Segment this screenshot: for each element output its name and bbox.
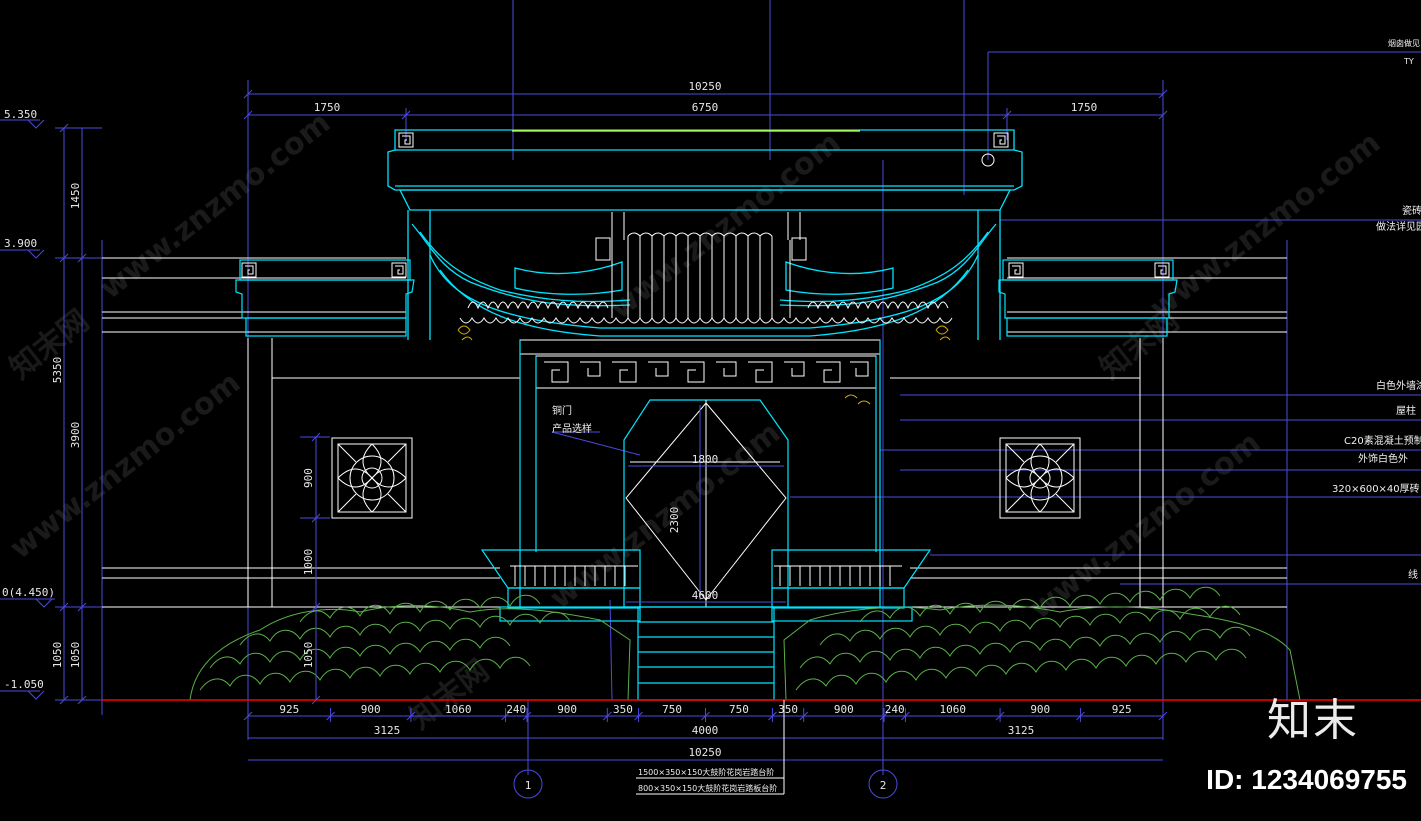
dim-1050-outer: 1050 (51, 642, 64, 669)
callout-right-1: TY (1403, 57, 1414, 66)
dim-bottom-segment: 240 (885, 703, 905, 716)
watermark-text: www.znzmo.com (93, 105, 337, 306)
level-floor: 0(4.450) (2, 586, 55, 599)
dim-1050-inner: 1050 (69, 642, 82, 669)
watermark-layer: www.znzmo.com www.znzmo.com www.znzmo.co… (3, 105, 1387, 736)
dim-left-bay: 1750 (314, 101, 341, 114)
dim-bottom-segment: 925 (1112, 703, 1132, 716)
callout-door: 铜门 (552, 404, 572, 417)
callout-right-0: 烟囱做见 (1388, 38, 1420, 48)
dim-bottom-segment: 350 (778, 703, 798, 716)
watermark-text: www.znzmo.com (3, 365, 247, 566)
callout-right-3: 做法详见园林 (1376, 220, 1421, 233)
dim-bottom-segment: 1060 (940, 703, 967, 716)
dim-sub-right: 3125 (1008, 724, 1035, 737)
dim-wall-1000: 1000 (302, 549, 315, 576)
inner-dimensions (311, 405, 786, 705)
brand-logo: 知末 (1267, 695, 1359, 746)
grid-axis-2: 2 (880, 779, 887, 792)
callout-right-8: 320×600×40厚砖 (1332, 482, 1420, 495)
dim-1450: 1450 (69, 183, 82, 210)
level-bottom: -1.050 (4, 678, 44, 691)
note-step-1: 1500×350×150大鼓阶花岗岩踏台阶 (638, 767, 774, 777)
callout-product: 产品选样 (552, 422, 592, 435)
dim-bottom-segment: 350 (613, 703, 633, 716)
dim-bottom-segment: 750 (729, 703, 749, 716)
dim-bottom-segment: 900 (557, 703, 577, 716)
dim-overall-top: 10250 (688, 80, 721, 93)
callout-right-7: 外饰白色外 (1358, 452, 1408, 465)
lintel-lattice (519, 339, 881, 389)
dim-bottom-segment: 925 (279, 703, 299, 716)
dim-window-900: 900 (302, 468, 315, 488)
callout-right-2: 瓷砖做 (1402, 204, 1421, 217)
image-id: ID: 1234069755 (1206, 764, 1407, 795)
dim-sub-left: 3125 (374, 724, 401, 737)
top-dimensions (243, 89, 1168, 140)
balustrade-right (771, 549, 932, 622)
dim-3900: 3900 (69, 422, 82, 449)
note-step-2: 800×350×150大鼓阶花岗岩踏板台阶 (638, 783, 777, 793)
watermark-text: www.znzmo.com (1143, 125, 1387, 326)
dim-bottom-segment: 750 (662, 703, 682, 716)
dim-bottom-segment: 1060 (445, 703, 472, 716)
level-top: 5.350 (4, 108, 37, 121)
dim-right-bay: 1750 (1071, 101, 1098, 114)
callout-right-9: 线 (1408, 568, 1418, 581)
dim-door-width: 1800 (692, 453, 719, 466)
front-steps (637, 606, 775, 701)
dim-sub-center: 4000 (692, 724, 719, 737)
level-mid: 3.900 (4, 237, 37, 250)
callout-right-4: 白色外墙涂料 (1376, 379, 1421, 392)
lattice-window-left (331, 437, 413, 519)
callout-right-5: 屋柱 (1396, 404, 1416, 417)
watermark-text: www.znzmo.com (1023, 425, 1267, 626)
left-dimensions (0, 119, 103, 715)
dim-bottom-segment: 900 (1030, 703, 1050, 716)
level-markers (27, 119, 53, 700)
wall-copings (235, 259, 1178, 337)
watermark-text: www.znzmo.com (543, 415, 787, 616)
callout-right-6: C20素混凝土预制 (1344, 434, 1421, 447)
dim-5350: 5350 (51, 357, 64, 384)
dim-bottom-segment: 900 (834, 703, 854, 716)
grid-axis-1: 1 (525, 779, 532, 792)
dim-bottom-segment: 240 (506, 703, 526, 716)
dim-overall-bottom: 10250 (688, 746, 721, 759)
dim-center-bay: 6750 (692, 101, 719, 114)
dim-base-width: 4600 (692, 589, 719, 602)
dim-door-height: 2300 (668, 507, 681, 534)
elevation-drawing: www.znzmo.com www.znzmo.com www.znzmo.co… (0, 0, 1421, 799)
dim-bottom-segment: 900 (361, 703, 381, 716)
dim-step-1050: 1050 (302, 642, 315, 669)
